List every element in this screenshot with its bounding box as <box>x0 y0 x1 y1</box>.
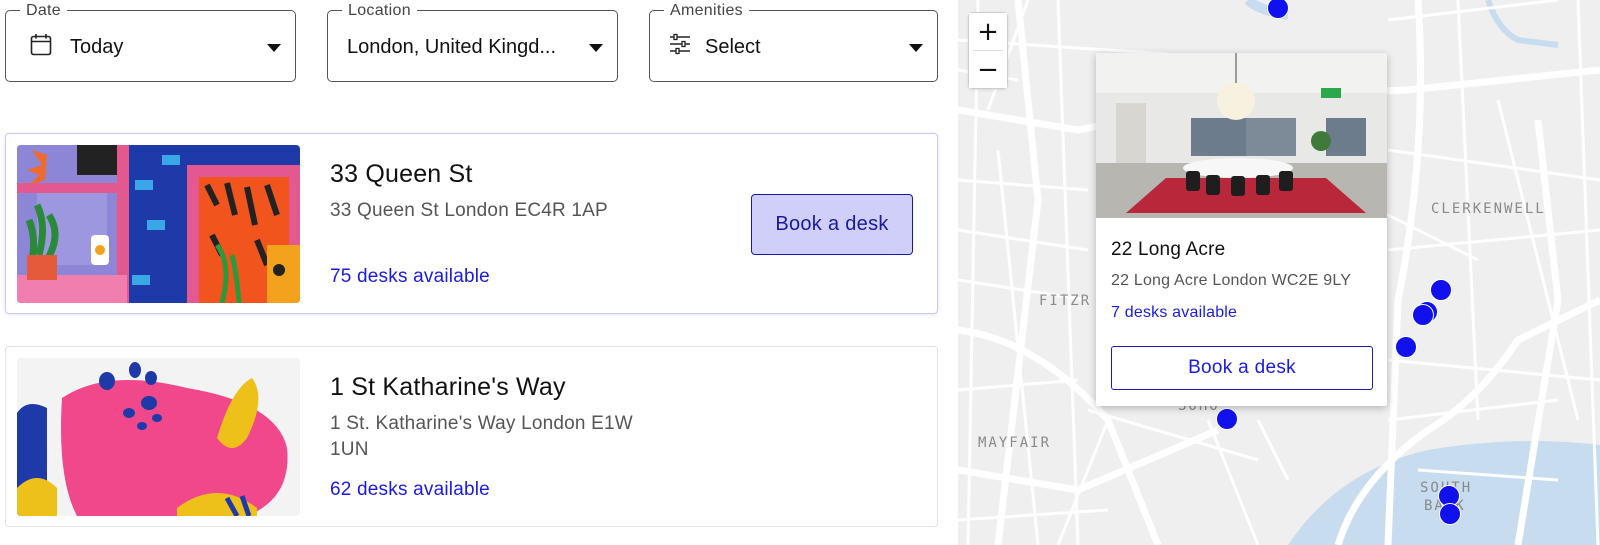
listing-thumbnail <box>17 358 300 516</box>
popup-photo <box>1096 53 1387 218</box>
popup-name: 22 Long Acre <box>1111 239 1226 260</box>
listing-panel: Date Today Location London, United Kingd… <box>0 0 958 545</box>
location-popup: 22 Long Acre 22 Long Acre London WC2E 9L… <box>1096 53 1387 406</box>
location-marker[interactable] <box>1439 503 1461 525</box>
location-value: London, United Kingd... <box>347 36 557 58</box>
listing-availability: 75 desks available <box>330 266 490 287</box>
listing-address: 1 St. Katharine's Way London E1W 1UN <box>330 413 633 460</box>
map-label-mayfair: MAYFAIR <box>978 435 1052 451</box>
location-select[interactable]: Location London, United Kingd... <box>327 1 618 82</box>
chevron-down-icon <box>589 44 603 52</box>
location-marker[interactable] <box>1395 336 1417 358</box>
popup-book-desk-button[interactable]: Book a desk <box>1111 346 1373 390</box>
calendar-icon <box>30 33 52 62</box>
amenities-select[interactable]: Amenities Select <box>649 1 938 82</box>
zoom-control: + − <box>968 12 1008 89</box>
date-value: Today <box>70 36 124 58</box>
chevron-down-icon <box>909 44 923 52</box>
listing-availability: 62 desks available <box>330 479 490 500</box>
map[interactable]: + − CLERKENWELL FITZR MAYFAIR SOHO SOUTH… <box>958 0 1600 545</box>
map-label-fitzrovia: FITZR <box>1039 293 1092 309</box>
date-legend: Date <box>20 1 67 21</box>
sliders-icon <box>668 33 692 60</box>
map-label-clerkenwell: CLERKENWELL <box>1431 201 1546 217</box>
zoom-in-button[interactable]: + <box>969 13 1007 50</box>
zoom-out-button[interactable]: − <box>969 51 1007 88</box>
listing-address: 33 Queen St London EC4R 1AP <box>330 200 608 221</box>
popup-availability: 7 desks available <box>1111 304 1238 321</box>
amenities-legend: Amenities <box>664 1 749 21</box>
listing-name: 1 St Katharine's Way <box>330 373 566 401</box>
location-marker[interactable] <box>1412 304 1434 326</box>
listing-card[interactable]: 1 St Katharine's Way 1 St. Katharine's W… <box>5 346 938 527</box>
listing-name: 33 Queen St <box>330 160 473 188</box>
listing-thumbnail <box>17 145 300 303</box>
amenities-value: Select <box>705 36 761 58</box>
location-marker[interactable] <box>1216 408 1238 430</box>
location-legend: Location <box>342 1 417 21</box>
date-select[interactable]: Date Today <box>5 1 296 82</box>
location-marker[interactable] <box>1430 279 1452 301</box>
book-desk-button[interactable]: Book a desk <box>751 194 913 255</box>
chevron-down-icon <box>267 44 281 52</box>
popup-address: 22 Long Acre London WC2E 9LY <box>1111 272 1352 289</box>
listing-card[interactable]: 33 Queen St 33 Queen St London EC4R 1AP … <box>5 133 938 314</box>
